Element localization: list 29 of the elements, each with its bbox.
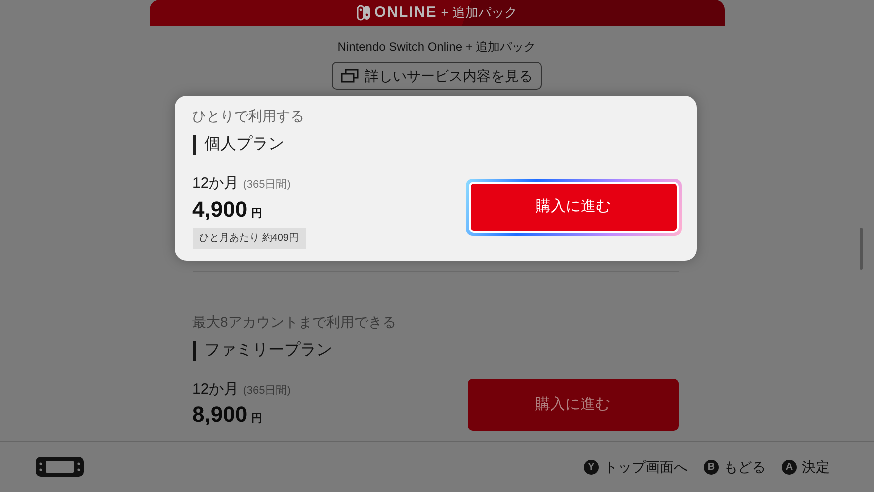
plan-duration: 12か月 — [192, 380, 240, 400]
duration-note: (365日間) — [243, 384, 291, 398]
plan-price: 4,900 — [192, 196, 248, 224]
handheld-console-icon — [36, 457, 84, 477]
controller-key-icon: A — [782, 460, 797, 474]
plan-name: ファミリープラン — [204, 340, 332, 360]
details-button[interactable]: 詳しいサービス内容を見る — [332, 62, 542, 90]
plan-name: 個人プラン — [204, 134, 284, 155]
online-logo-text: ONLINE — [374, 2, 438, 23]
footer-hint[interactable]: もどる — [724, 456, 766, 478]
plan-caption: ひとりで利用する — [192, 107, 306, 126]
windows-icon — [341, 69, 359, 83]
controller-key-icon: Y — [584, 460, 599, 474]
plan-caption: 最大8アカウントまで利用できる — [192, 312, 396, 332]
purchase-button[interactable]: 購入に進む — [468, 182, 678, 232]
per-month-price: ひと月あたり 約409円 — [192, 228, 306, 248]
footer-hint[interactable]: トップ画面へ — [604, 456, 688, 478]
currency-unit: 円 — [252, 412, 263, 427]
currency-unit: 円 — [252, 206, 263, 222]
switch-logo-icon — [356, 5, 371, 21]
purchase-button[interactable]: 購入に進む — [468, 379, 678, 431]
scrollbar-thumb[interactable] — [860, 228, 863, 270]
subtitle: Nintendo Switch Online + 追加パック — [338, 39, 536, 56]
controller-key-icon: B — [704, 460, 719, 474]
duration-note: (365日間) — [243, 178, 291, 193]
plan-duration: 12か月 — [192, 174, 240, 194]
plan-price: 8,900 — [192, 401, 248, 429]
header-suffix: + 追加パック — [441, 4, 518, 22]
footer-hint[interactable]: 決定 — [802, 456, 830, 478]
